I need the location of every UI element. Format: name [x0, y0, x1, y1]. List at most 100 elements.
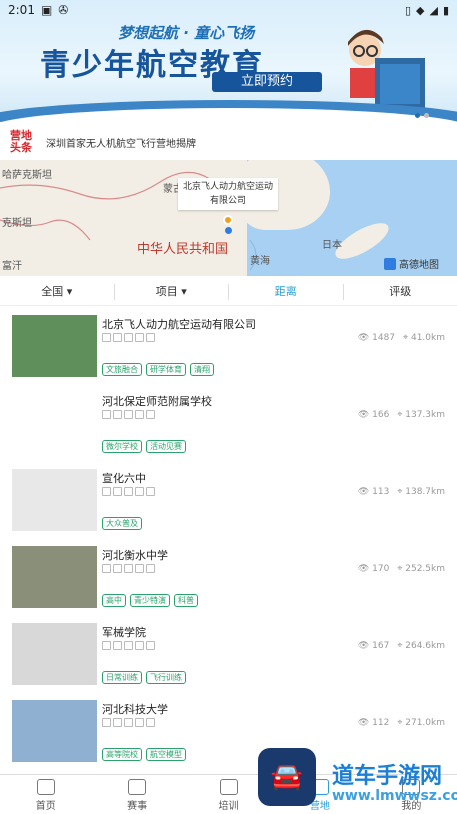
list-item[interactable]: 军械学院 👁 167 ⌖ 264.6km 日常训练 飞行训练 [0, 618, 457, 695]
star-icon [146, 718, 155, 727]
carousel-dots [415, 113, 429, 118]
tag-list: 微尔学校 活动见赛 [102, 440, 186, 453]
location-icon: ⌖ [403, 333, 411, 343]
views-value: 170 [372, 564, 390, 574]
carousel-dot [415, 113, 420, 118]
filter-project[interactable]: 项目 ▾ [115, 283, 229, 300]
venue-meta: 👁 113 ⌖ 138.7km [358, 487, 445, 497]
eye-icon: 👁 [357, 487, 373, 497]
distance: ⌖ 138.7km [397, 487, 445, 497]
watermark-url: www.lmwwsz.com [332, 788, 457, 804]
tag-list: 高等院校 航空模型 [102, 748, 186, 761]
star-icon [135, 333, 144, 342]
venue-thumbnail [12, 700, 97, 762]
views-count: 👁 112 [358, 718, 389, 728]
filter-label: 距离 [274, 284, 297, 298]
news-tag-line: 头条 [10, 141, 32, 154]
map-info-popup[interactable]: 北京飞人动力航空运动 有限公司 [178, 178, 278, 210]
distance: ⌖ 252.5km [397, 564, 445, 574]
star-icon [124, 564, 133, 573]
map-pin-icon[interactable] [223, 215, 233, 225]
map-provider-logo: 高德地图 [384, 256, 439, 271]
views-value: 1487 [372, 333, 396, 343]
status-bar: 2:01 ▣ ✇ ▯ ◆ ◢ ▮ [0, 0, 457, 20]
distance-value: 264.6km [405, 641, 445, 651]
views-value: 113 [372, 487, 390, 497]
category-tag: 微尔学校 [102, 440, 142, 453]
map-label: 日本 [322, 240, 342, 251]
popup-line: 北京飞人动力航空运动 [182, 182, 273, 192]
tab-home[interactable]: 首页 [0, 775, 91, 814]
star-icon [146, 333, 155, 342]
venue-name: 北京飞人动力航空运动有限公司 [102, 318, 256, 331]
trophy-icon [128, 779, 147, 795]
list-item[interactable]: 河北衡水中学 👁 170 ⌖ 252.5km 高中 青少特演 科普 [0, 541, 457, 618]
star-icon [124, 487, 133, 496]
map-label: 富汗 [2, 261, 22, 272]
map-provider-label: 高德地图 [399, 260, 439, 271]
star-icon [135, 410, 144, 419]
star-icon [124, 410, 133, 419]
home-icon [36, 779, 55, 795]
star-icon [124, 333, 133, 342]
venue-thumbnail [12, 392, 97, 454]
distance: ⌖ 271.0km [397, 718, 445, 728]
filter-rating[interactable]: 评级 [344, 284, 457, 300]
star-icon [146, 410, 155, 419]
signal-icon: ◢ [429, 3, 438, 17]
category-tag: 青少特演 [130, 594, 170, 607]
news-headline[interactable]: 深圳首家无人机航空飞行营地揭牌 [46, 135, 196, 150]
map-label: 克斯坦 [2, 218, 32, 229]
filter-label: 项目 [155, 284, 178, 298]
list-item[interactable]: 宣化六中 👁 113 ⌖ 138.7km 大众普及 [0, 464, 457, 541]
views-value: 112 [372, 718, 390, 728]
distance-value: 137.3km [405, 410, 445, 420]
amap-icon [384, 257, 396, 270]
category-tag: 文旅融合 [102, 363, 142, 376]
category-tag: 飞行训练 [146, 671, 186, 684]
venue-name: 河北保定师范附属学校 [102, 395, 212, 408]
distance: ⌖ 137.3km [397, 410, 445, 420]
star-icon [124, 641, 133, 650]
venue-thumbnail [12, 469, 97, 531]
venue-name: 河北科技大学 [102, 703, 168, 716]
eye-icon: 👁 [357, 333, 373, 343]
star-icon [113, 410, 122, 419]
star-icon [113, 718, 122, 727]
star-icon [102, 564, 111, 573]
filter-region[interactable]: 全国 ▾ [0, 283, 115, 300]
category-tag: 清翔 [190, 363, 214, 376]
distance: ⌖ 264.6km [397, 641, 445, 651]
views-count: 👁 167 [358, 641, 389, 651]
rating-stars [102, 641, 155, 650]
tab-label: 首页 [35, 801, 56, 812]
chevron-down-icon: ▾ [66, 284, 73, 298]
filter-label: 全国 [41, 284, 64, 298]
carousel-dot [424, 113, 429, 118]
eye-icon: 👁 [357, 718, 373, 728]
vibrate-icon: ▯ [404, 3, 411, 17]
rating-stars [102, 410, 155, 419]
venue-meta: 👁 170 ⌖ 252.5km [358, 564, 445, 574]
venue-meta: 👁 112 ⌖ 271.0km [358, 718, 445, 728]
list-item[interactable]: 北京飞人动力航空运动有限公司 👁 1487 ⌖ 41.0km 文旅融合 研学体育清… [0, 310, 457, 387]
filter-distance[interactable]: 距离 [229, 283, 344, 300]
venue-thumbnail [12, 546, 97, 608]
tag-list: 文旅融合 研学体育 清翔 [102, 363, 214, 376]
star-icon [113, 333, 122, 342]
filter-label: 评级 [389, 284, 412, 298]
star-icon [135, 487, 144, 496]
star-icon [113, 564, 122, 573]
views-count: 👁 170 [358, 564, 389, 574]
chevron-down-icon: ▾ [181, 284, 187, 298]
list-item[interactable]: 河北保定师范附属学校 👁 166 ⌖ 137.3km 微尔学校 活动见赛 [0, 387, 457, 464]
category-tag: 高中 [102, 594, 126, 607]
category-tag: 研学体育 [146, 363, 186, 376]
category-tag: 高等院校 [102, 748, 142, 761]
news-ticker[interactable]: 营地 头条 深圳首家无人机航空飞行营地揭牌 [0, 124, 457, 160]
tab-events[interactable]: 赛事 [91, 775, 182, 814]
book-now-button[interactable]: 立即预约 [212, 72, 322, 92]
status-time: 2:01 [8, 3, 35, 17]
venue-thumbnail [12, 623, 97, 685]
map-view[interactable]: 哈萨克斯坦 蒙古 克斯坦 富汗 日本 黄海 中华人民共和国 北京飞人动力航空运动… [0, 160, 457, 276]
